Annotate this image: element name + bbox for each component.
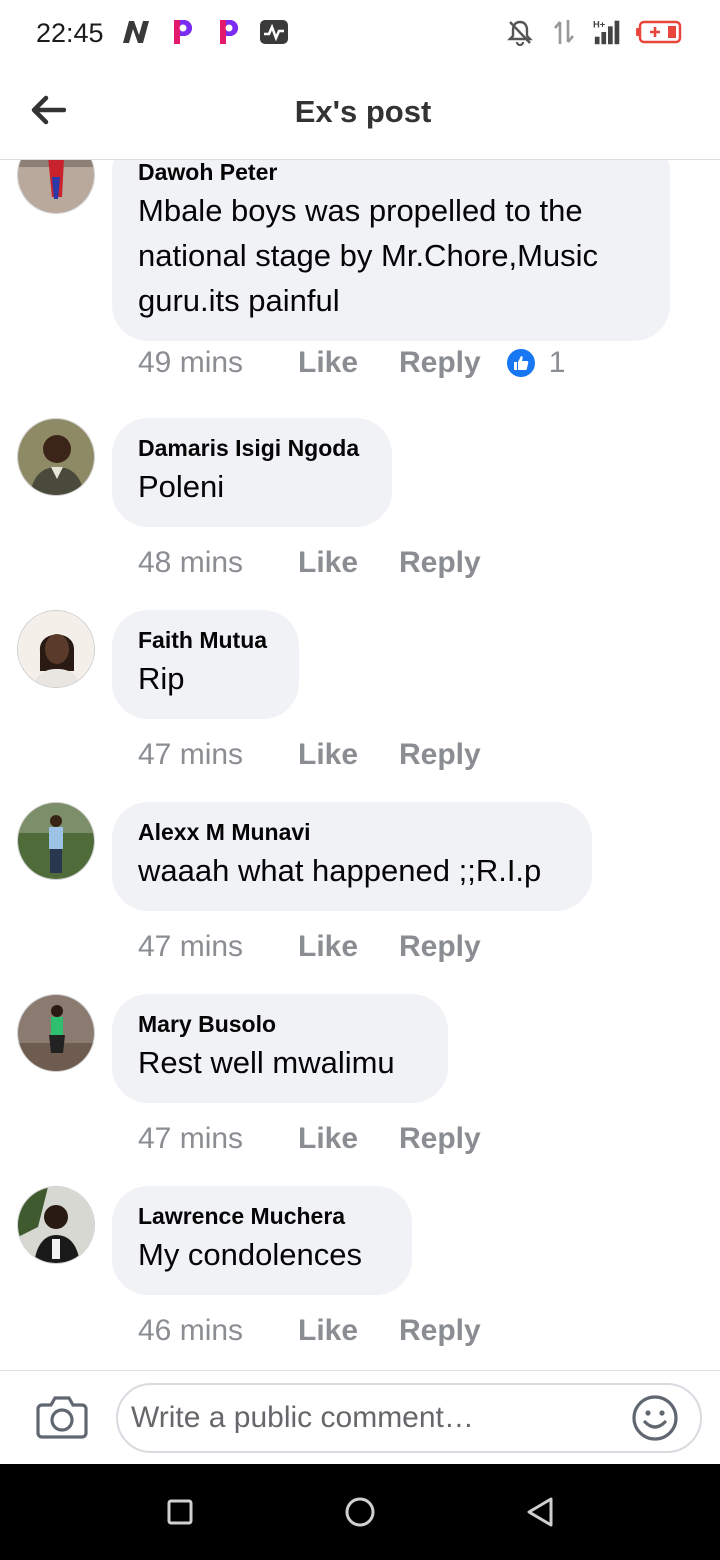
comment-time[interactable]: 46 mins (138, 1314, 298, 1348)
comment-meta: 48 mins Like Reply (138, 546, 481, 580)
like-button[interactable]: Like (298, 546, 399, 580)
comment-bubble[interactable]: Alexx M Munavi waaah what happened ;;R.I… (112, 802, 592, 911)
comment-input[interactable] (116, 1383, 702, 1453)
status-time: 22:45 (36, 18, 104, 48)
comment-time[interactable]: 47 mins (138, 1122, 298, 1156)
like-button[interactable]: Like (298, 1122, 399, 1156)
reply-button[interactable]: Reply (399, 1122, 481, 1156)
comment-author[interactable]: Damaris Isigi Ngoda (138, 434, 366, 462)
comment-bubble[interactable]: Dawoh Peter Mbale boys was propelled to … (112, 160, 670, 341)
square-icon (167, 1499, 193, 1525)
comment-text: Rip (138, 661, 185, 696)
thumbs-up-icon (504, 347, 537, 379)
camera-icon (36, 1396, 88, 1439)
comment-bubble[interactable]: Lawrence Muchera My condolences (112, 1186, 412, 1295)
like-button[interactable]: Like (298, 930, 399, 964)
comment-author[interactable]: Alexx M Munavi (138, 818, 566, 846)
data-arrows-icon (548, 16, 580, 48)
camera-button[interactable] (36, 1393, 88, 1439)
status-bar: 22:45 H+ (0, 0, 720, 66)
comment-text: Mbale boys was propelled to the national… (138, 193, 599, 318)
comment-meta: 49 mins Like Reply 1 (138, 346, 565, 380)
p-app-icon (212, 16, 244, 48)
avatar[interactable] (17, 610, 95, 688)
reaction-count: 1 (548, 346, 566, 379)
comment-time[interactable]: 47 mins (138, 930, 298, 964)
reply-button[interactable]: Reply (399, 930, 481, 964)
like-button[interactable]: Like (298, 1314, 399, 1348)
svg-text:H+: H+ (593, 18, 606, 29)
status-app-icons (120, 16, 290, 48)
like-button[interactable]: Like (298, 346, 399, 380)
comment-time[interactable]: 47 mins (138, 738, 298, 772)
comment-composer (0, 1370, 720, 1464)
comment-time[interactable]: 49 mins (138, 346, 298, 380)
avatar[interactable] (17, 1186, 95, 1264)
comment-bubble[interactable]: Faith Mutua Rip (112, 610, 299, 719)
home-button[interactable] (336, 1488, 384, 1536)
system-nav-bar (0, 1464, 720, 1560)
avatar[interactable] (17, 418, 95, 496)
reply-button[interactable]: Reply (399, 738, 481, 772)
page-title: Ex's post (294, 94, 432, 129)
app-header: Ex's post (0, 66, 720, 160)
comment-text: waaah what happened ;;R.I.p (138, 853, 542, 888)
activity-icon (258, 16, 290, 48)
comment-list: Dawoh Peter Mbale boys was propelled to … (0, 160, 720, 1370)
triangle-back-icon (527, 1497, 553, 1527)
recent-apps-button[interactable] (156, 1488, 204, 1536)
comment-meta: 47 mins Like Reply (138, 738, 481, 772)
comment-text: Rest well mwalimu (138, 1045, 395, 1080)
avatar[interactable] (17, 802, 95, 880)
comment-meta: 47 mins Like Reply (138, 930, 481, 964)
comment-text: Poleni (138, 469, 225, 504)
reply-button[interactable]: Reply (399, 1314, 481, 1348)
status-system-icons: H+ (504, 16, 684, 48)
reaction-summary[interactable]: 1 (504, 346, 566, 380)
reply-button[interactable]: Reply (399, 346, 481, 380)
n-app-icon (120, 16, 152, 48)
comment-author[interactable]: Dawoh Peter (138, 160, 644, 186)
signal-hplus-icon: H+ (592, 16, 624, 48)
comment-author[interactable]: Faith Mutua (138, 626, 273, 654)
battery-icon (636, 16, 684, 48)
comment-author[interactable]: Mary Busolo (138, 1010, 422, 1038)
comment-text: My condolences (138, 1237, 363, 1272)
circle-icon (345, 1497, 375, 1527)
comment-bubble[interactable]: Damaris Isigi Ngoda Poleni (112, 418, 392, 527)
comment-time[interactable]: 48 mins (138, 546, 298, 580)
reply-button[interactable]: Reply (399, 546, 481, 580)
comment-meta: 47 mins Like Reply (138, 1122, 481, 1156)
emoji-button[interactable] (630, 1393, 680, 1443)
avatar[interactable] (17, 160, 95, 214)
comment-bubble[interactable]: Mary Busolo Rest well mwalimu (112, 994, 448, 1103)
comment-author[interactable]: Lawrence Muchera (138, 1202, 386, 1230)
emoji-icon (632, 1395, 678, 1441)
bell-off-icon (504, 16, 536, 48)
comment-meta: 46 mins Like Reply (138, 1314, 481, 1348)
avatar[interactable] (17, 994, 95, 1072)
p-app-icon (166, 16, 198, 48)
like-button[interactable]: Like (298, 738, 399, 772)
back-nav-button[interactable] (516, 1488, 564, 1536)
